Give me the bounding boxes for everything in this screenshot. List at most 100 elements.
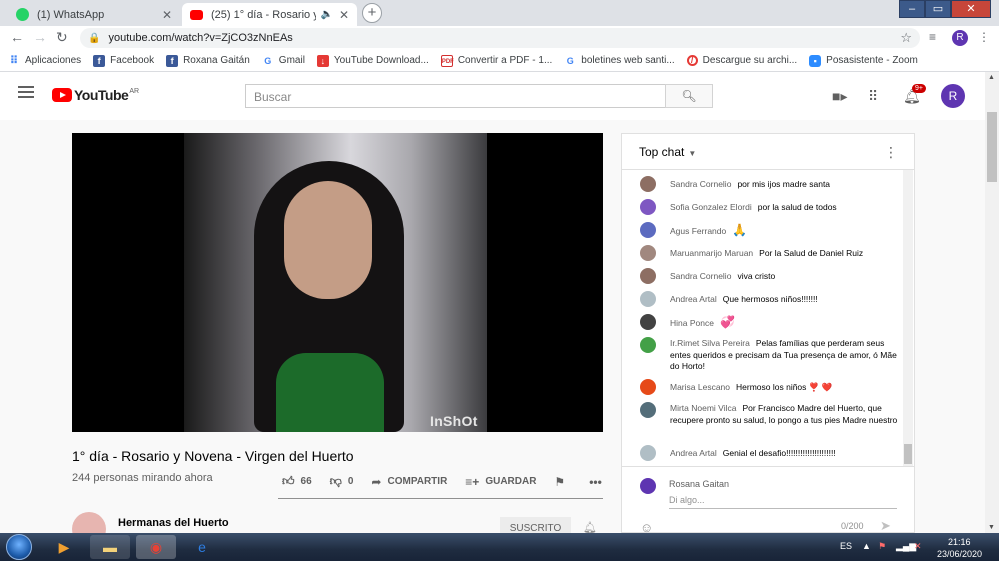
volume-muted-icon[interactable]: ✕ <box>914 541 922 552</box>
chat-author[interactable]: Sandra Cornelio <box>670 179 731 189</box>
chat-message: Andrea Artal Genial el desafio!!!!!!!!!!!… <box>640 445 898 461</box>
avatar[interactable] <box>640 445 656 461</box>
bookmark-boletines[interactable]: G boletines web santi... <box>564 55 675 67</box>
caret-down-icon: ▼ <box>688 149 697 158</box>
bookmark-apps[interactable]: ⠿ Aplicaciones <box>8 55 81 67</box>
chat-author[interactable]: Maruanmarijo Maruan <box>670 248 753 258</box>
avatar[interactable] <box>640 268 656 284</box>
hamburger-menu-icon[interactable] <box>18 86 34 101</box>
more-actions-button[interactable]: ••• <box>589 475 608 489</box>
language-indicator[interactable]: ES <box>840 541 852 551</box>
save-button[interactable]: ≡+ GUARDAR <box>465 475 536 489</box>
close-window-button[interactable]: ✕ <box>951 0 991 18</box>
avatar[interactable] <box>640 245 656 261</box>
chat-message: Sofia Gonzalez Elordi por la salud de tod… <box>640 199 898 215</box>
forward-arrow-icon[interactable]: → <box>33 29 47 45</box>
bookmark-facebook[interactable]: f Facebook <box>93 54 154 67</box>
chat-author[interactable]: Marisa Lescano <box>670 382 730 392</box>
chat-text: viva cristo <box>737 271 776 281</box>
bookmark-gmail[interactable]: G Gmail <box>262 55 305 67</box>
chat-author[interactable]: Sofia Gonzalez Elordi <box>670 202 752 212</box>
maximize-button[interactable]: ▭ <box>925 0 951 18</box>
channel-name[interactable]: Hermanas del Huerto <box>118 517 229 529</box>
like-button[interactable]: 👍︎ 66 <box>282 474 312 489</box>
chat-text: Que hermosos niños!!!!!!! <box>722 294 818 304</box>
chat-header[interactable]: Top chat ▼ <box>622 134 914 170</box>
media-player-icon[interactable]: ▶ <box>44 535 84 559</box>
google-icon: G <box>264 55 272 66</box>
chat-author[interactable]: Andrea Artal <box>670 294 717 304</box>
chat-text: Genial el desafio!!!!!!!!!!!!!!!!!!!!! <box>722 448 836 458</box>
bookmark-descargue[interactable]: / Descargue su archi... <box>686 55 797 66</box>
avatar[interactable] <box>640 379 656 395</box>
google-icon: G <box>566 55 574 66</box>
bookmark-zoom[interactable]: ▪ Posasistente - Zoom <box>809 54 918 67</box>
chat-menu-icon[interactable]: ⋮ <box>884 144 898 161</box>
bookmark-roxana[interactable]: f Roxana Gaitán <box>166 54 250 67</box>
clock-date[interactable]: 23/06/2020 <box>937 549 982 559</box>
new-tab-button[interactable]: + <box>362 3 382 23</box>
account-avatar[interactable]: R <box>941 84 965 108</box>
internet-explorer-icon[interactable]: e <box>182 535 222 559</box>
chat-input[interactable]: Di algo... <box>669 493 897 509</box>
file-explorer-icon[interactable]: ▬ <box>90 535 130 559</box>
youtube-logo[interactable]: YouTube AR <box>52 87 139 103</box>
scroll-up-icon[interactable]: ▲ <box>988 74 995 81</box>
chat-author[interactable]: Ir.Rimet Silva Pereira <box>670 338 750 348</box>
page-scrollbar[interactable]: ▲ ▼ <box>985 72 999 533</box>
avatar <box>640 478 656 494</box>
search-input[interactable]: Buscar <box>245 84 666 108</box>
chat-author[interactable]: Sandra Cornelio <box>670 271 731 281</box>
chat-scrollbar[interactable] <box>903 170 913 466</box>
pdf-icon: PDF <box>440 54 454 67</box>
avatar[interactable] <box>640 314 656 330</box>
start-button[interactable] <box>6 534 32 560</box>
video-person-face <box>284 181 372 299</box>
back-arrow-icon[interactable]: ← <box>10 29 24 45</box>
scroll-down-icon[interactable]: ▼ <box>988 524 995 531</box>
notification-badge: 9+ <box>912 84 926 93</box>
avatar[interactable] <box>640 291 656 307</box>
live-chat-panel: Top chat ▼ ⋮ Sandra Cornelio por mis ijos … <box>621 133 915 535</box>
chrome-icon[interactable]: ◉ <box>136 535 176 559</box>
close-icon[interactable]: ✕ <box>339 8 349 22</box>
tab-youtube[interactable]: (25) 1° día - Rosario y Novena 🔈 ✕ <box>182 3 357 26</box>
apps-grid-icon[interactable]: ⠿ <box>868 88 878 105</box>
video-player[interactable]: InShOt <box>72 133 603 432</box>
lock-icon[interactable]: 🔒 <box>88 33 100 44</box>
show-hidden-icons-icon[interactable]: ▲ <box>862 541 871 551</box>
media-queue-icon[interactable]: ≡ <box>929 30 936 44</box>
chat-author[interactable]: Hina Ponce <box>670 318 714 328</box>
create-video-icon[interactable]: ■▸ <box>832 88 847 105</box>
avatar[interactable] <box>640 176 656 192</box>
chat-author[interactable]: Mirta Noemi Vilca <box>670 403 736 413</box>
profile-avatar[interactable]: R <box>952 30 968 46</box>
bookmark-star-icon[interactable]: ☆ <box>900 30 912 46</box>
tab-whatsapp[interactable]: (1) WhatsApp ✕ <box>8 3 180 26</box>
avatar[interactable] <box>640 222 656 238</box>
thumbs-up-icon: 👍︎ <box>282 474 295 488</box>
send-icon[interactable]: ➤ <box>880 518 891 534</box>
speaker-icon[interactable]: 🔈 <box>320 9 332 20</box>
chat-author[interactable]: Agus Ferrando <box>670 226 726 236</box>
scrollbar-thumb[interactable] <box>987 112 997 182</box>
bookmark-pdf[interactable]: PDF Convertir a PDF - 1... <box>440 54 552 67</box>
dislike-button[interactable]: 👎︎ 0 <box>330 474 354 489</box>
browser-menu-icon[interactable]: ⋮ <box>978 30 990 44</box>
search-button[interactable]: 🔍︎ <box>665 84 713 108</box>
scrollbar-thumb[interactable] <box>904 444 912 464</box>
avatar[interactable] <box>640 337 656 353</box>
address-bar[interactable]: 🔒 youtube.com/watch?v=ZjCO3zNnEAs ☆ <box>80 28 920 48</box>
close-icon[interactable]: ✕ <box>162 8 172 22</box>
video-person-shirt <box>276 353 384 432</box>
security-alert-icon[interactable]: ⚑ <box>878 541 886 552</box>
report-button[interactable]: ⚑ <box>554 475 571 489</box>
avatar[interactable] <box>640 199 656 215</box>
clock-time[interactable]: 21:16 <box>948 537 971 547</box>
avatar[interactable] <box>640 402 656 418</box>
chat-author[interactable]: Andrea Artal <box>670 448 717 458</box>
minimize-button[interactable]: – <box>899 0 925 18</box>
bookmark-youtube-download[interactable]: ↓ YouTube Download... <box>316 54 429 67</box>
reload-icon[interactable]: ↻ <box>56 29 68 46</box>
share-button[interactable]: ➦ COMPARTIR <box>371 475 447 489</box>
